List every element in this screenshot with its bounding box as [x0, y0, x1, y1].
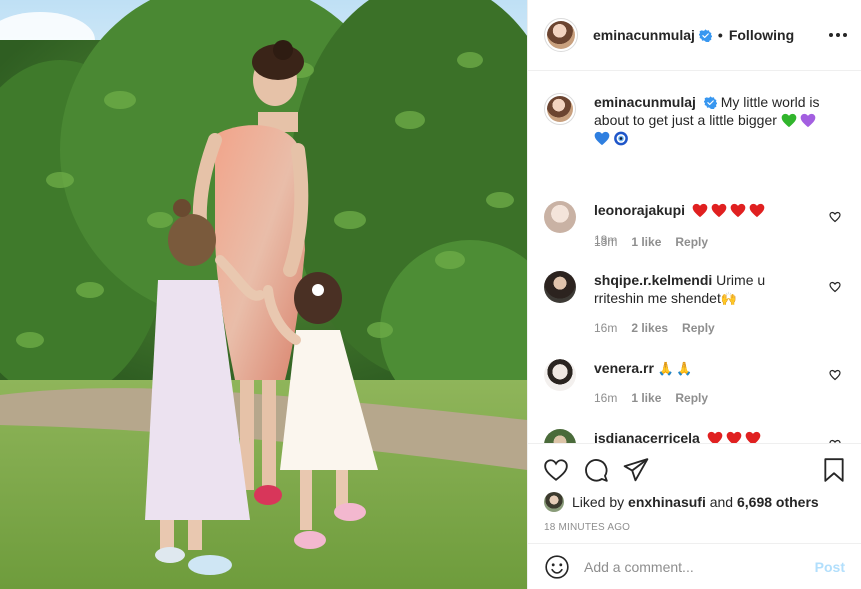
comment-meta: 13m 1 like Reply [594, 235, 708, 249]
post-actions: Liked by enxhinasufi and 6,698 others 18… [528, 443, 861, 543]
comment-body: isdianacerricela [594, 429, 817, 443]
comment-likes-count[interactable]: 1 like [631, 235, 661, 249]
header-separator: • [717, 27, 723, 43]
save-bookmark-icon[interactable] [821, 457, 847, 483]
reply-button[interactable]: Reply [675, 391, 708, 405]
verified-badge-icon [698, 28, 712, 42]
post-photo[interactable] [0, 0, 527, 589]
comment-time: 16m [594, 321, 618, 335]
caption-avatar-image [547, 96, 573, 122]
comment-body: venera.rr 🙏 🙏 [594, 359, 817, 378]
comment-username[interactable]: shqipe.r.kelmendi [594, 272, 712, 288]
comment-like-heart-icon[interactable] [829, 211, 841, 223]
post-header: eminacunmulaj • Following [528, 0, 861, 71]
comments-section[interactable]: eminacunmulaj My little world is about t… [528, 71, 861, 443]
red-heart-icon [711, 203, 727, 218]
instagram-post: eminacunmulaj • Following eminacunmulaj [0, 0, 861, 589]
liked-by-user[interactable]: enxhinasufi [628, 494, 706, 510]
more-options-icon[interactable] [829, 26, 847, 44]
comment-icon[interactable] [583, 457, 609, 483]
caption-username[interactable]: eminacunmulaj [594, 94, 696, 110]
author-info: eminacunmulaj • Following [593, 27, 794, 43]
comment-meta: 16m 1 like Reply [594, 391, 708, 405]
liked-by-others[interactable]: 6,698 others [737, 494, 819, 510]
comment-time: 16m [594, 391, 618, 405]
commenter-avatar[interactable] [544, 429, 576, 443]
comment-body: shqipe.r.kelmendi Urime u rriteshin me s… [594, 271, 817, 308]
comment-meta: 16m 2 likes Reply [594, 321, 715, 335]
post-timestamp[interactable]: 18 minutes ago [544, 522, 630, 533]
author-username[interactable]: eminacunmulaj [593, 27, 695, 43]
red-heart-icon [745, 431, 761, 443]
comment-username[interactable]: leonorajakupi [594, 202, 685, 218]
likes-summary: Liked by enxhinasufi and 6,698 others [544, 492, 819, 512]
comment-likes-count[interactable]: 2 likes [631, 321, 668, 335]
author-avatar[interactable] [544, 18, 578, 52]
caption-body: eminacunmulaj My little world is about t… [594, 93, 839, 147]
red-heart-icon [730, 203, 746, 218]
folded-hands-icon: 🙏 [676, 361, 693, 376]
reply-button[interactable]: Reply [682, 321, 715, 335]
liked-by-and: and [709, 494, 734, 510]
post-photo-illustration [0, 0, 527, 589]
green-heart-icon [781, 113, 797, 128]
nazar-amulet-icon [614, 131, 628, 146]
folded-hands-icon: 🙏 [657, 361, 675, 376]
comment-emojis [707, 430, 764, 443]
blue-heart-icon [594, 131, 610, 146]
comment-username[interactable]: venera.rr [594, 360, 654, 376]
post-details-panel: eminacunmulaj • Following eminacunmulaj [527, 0, 861, 589]
commenter-avatar[interactable] [544, 359, 576, 391]
red-heart-icon [726, 431, 742, 443]
comment-like-heart-icon[interactable] [829, 281, 841, 293]
verified-badge-icon [703, 96, 717, 109]
purple-heart-icon [800, 113, 816, 128]
caption-avatar[interactable] [544, 93, 576, 125]
comment-time: 13m [594, 235, 618, 249]
add-comment-bar: Post [528, 543, 861, 589]
comment-like-heart-icon[interactable] [829, 369, 841, 381]
comment-emojis [692, 202, 768, 218]
reply-button[interactable]: Reply [675, 235, 708, 249]
share-icon[interactable] [623, 457, 649, 483]
raised-hands-icon: 🙌 [720, 291, 738, 306]
comment-body: leonorajakupi [594, 201, 817, 219]
comment-username[interactable]: isdianacerricela [594, 430, 700, 443]
like-heart-icon[interactable] [543, 457, 569, 483]
red-heart-icon [707, 431, 723, 443]
commenter-avatar[interactable] [544, 201, 576, 233]
comment-input[interactable] [584, 558, 815, 575]
liker-avatar[interactable] [544, 492, 564, 512]
commenter-avatar[interactable] [544, 271, 576, 303]
liked-by-prefix: Liked by [572, 494, 625, 510]
red-heart-icon [692, 203, 708, 218]
following-button[interactable]: Following [729, 27, 794, 43]
post-comment-button[interactable]: Post [815, 559, 845, 575]
author-avatar-image [547, 21, 575, 49]
comment-likes-count[interactable]: 1 like [631, 391, 661, 405]
red-heart-icon [749, 203, 765, 218]
emoji-smile-icon[interactable] [544, 554, 570, 580]
